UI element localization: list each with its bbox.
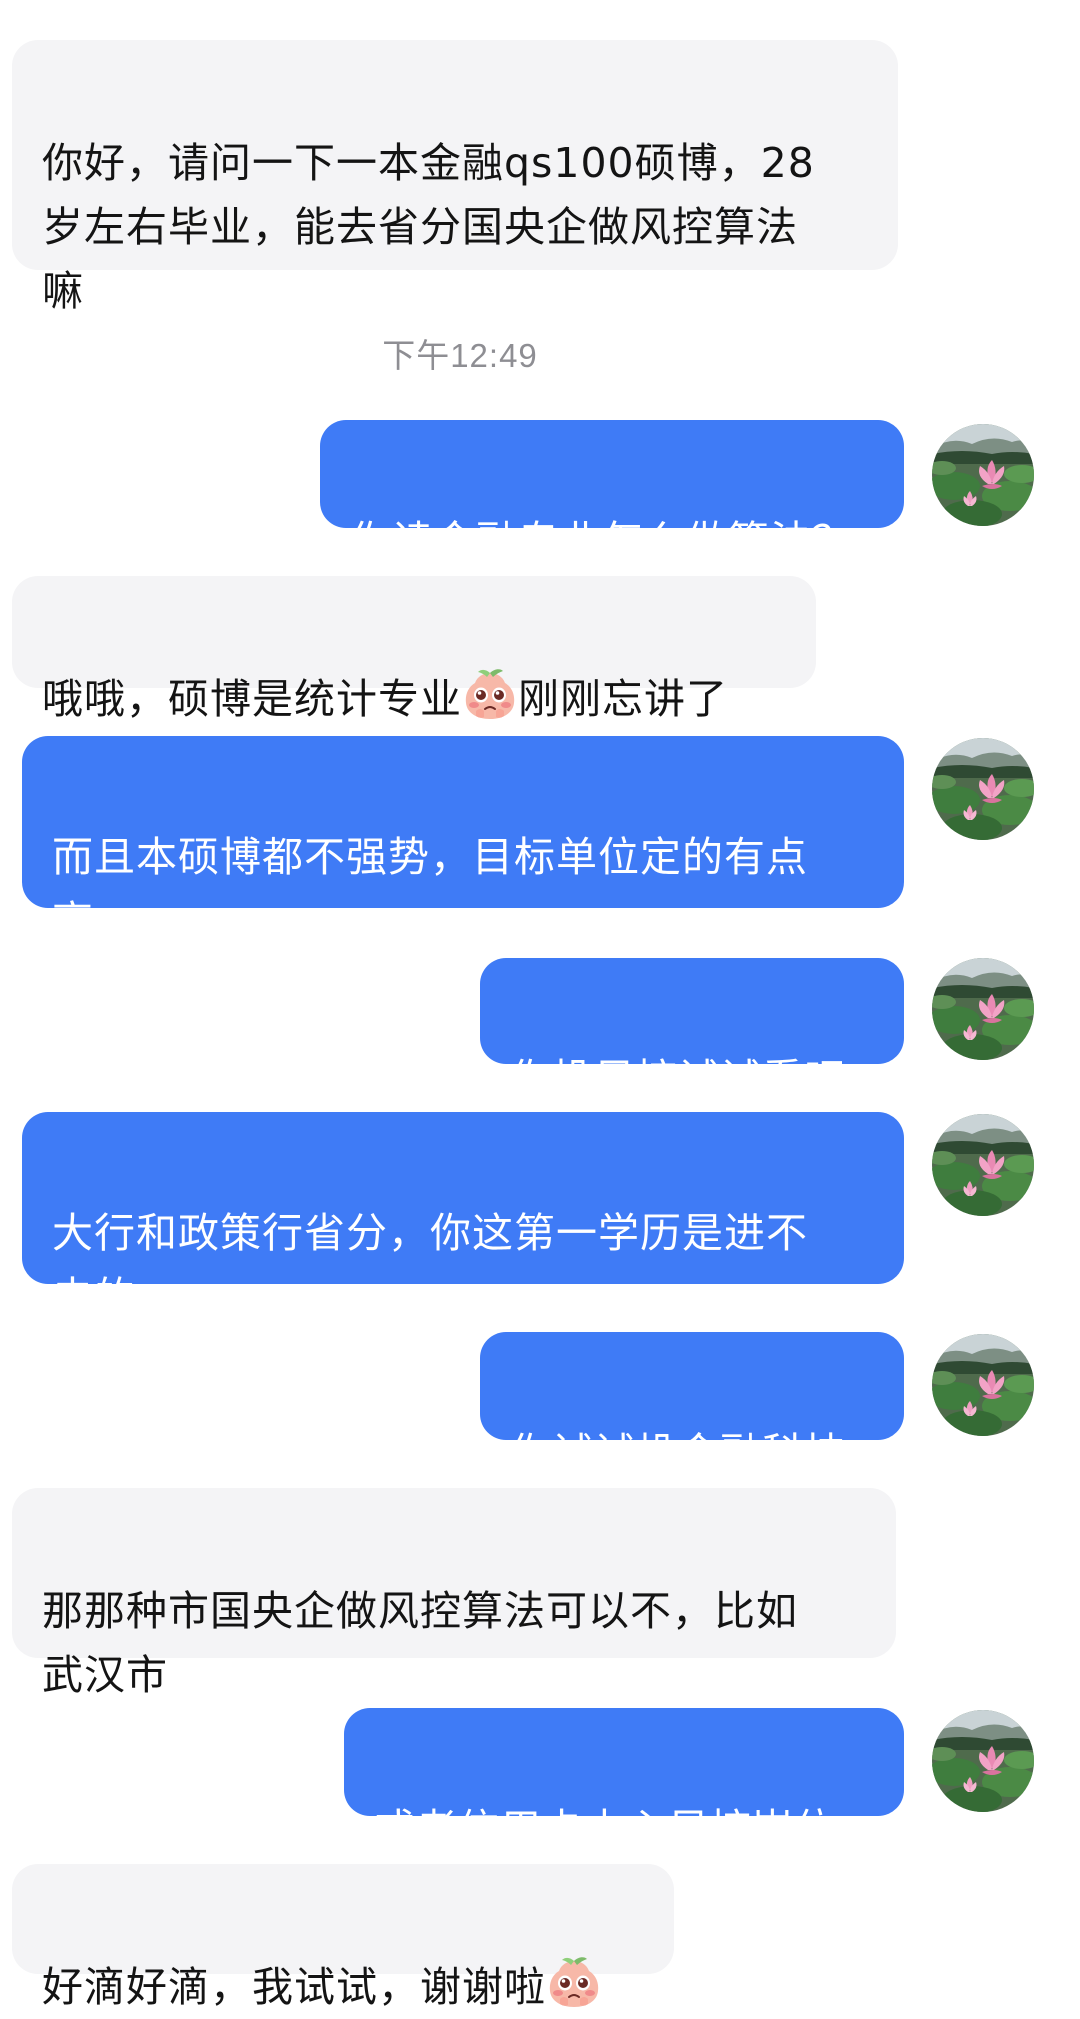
message-bubble-outgoing[interactable]: 而且本硕博都不强势，目标单位定的有点高 [22,736,904,945]
message-text: 哦哦，硕博是统计专业 [42,675,462,723]
avatar[interactable] [932,1710,1034,1812]
message-bubble-incoming[interactable]: 哦哦，硕博是统计专业 刚刚忘讲了 [12,576,816,723]
message-bubble-incoming[interactable]: 那那种市国央企做风控算法可以不，比如 武汉市 [12,1488,896,1699]
message-text: 那那种市国央企做风控算法可以不，比如 [42,1587,798,1635]
blushing-peach-emoji-icon [463,667,517,721]
lotus-pond-avatar-icon [932,1334,1034,1436]
lotus-pond-avatar-icon [932,738,1034,840]
message-bubble-outgoing[interactable]: 或者信用卡中心风控岗位 [344,1708,904,1853]
message-text: 岁左右毕业，能去省分国央企做风控算法 [42,203,798,251]
blushing-peach-emoji-icon [547,1955,601,2009]
message-bubble-outgoing[interactable]: 你投风控试试看吧 [480,958,904,1103]
message-text: 武汉市 [42,1651,168,1699]
avatar[interactable] [932,1334,1034,1436]
avatar[interactable] [932,738,1034,840]
message-bubble-outgoing[interactable]: 你试试投金融科技 [480,1332,904,1477]
message-text: 你读金融专业怎么做算法？ [350,517,854,565]
message-text: 大行和政策行省分，你这第一学历是进不 [52,1209,808,1257]
lotus-pond-avatar-icon [932,1114,1034,1216]
message-bubble-incoming[interactable]: 好滴好滴，我试试，谢谢啦 [12,1864,674,2011]
avatar[interactable] [932,958,1034,1060]
message-text: 你好，请问一下一本金融qs100硕博，28 [42,139,815,187]
lotus-pond-avatar-icon [932,424,1034,526]
message-text: 刚刚忘讲了 [518,675,728,723]
avatar[interactable] [932,424,1034,526]
message-text: 去的 [52,1273,136,1321]
message-text: 而且本硕博都不强势，目标单位定的有点 [52,833,808,881]
message-text: 好滴好滴，我试试，谢谢啦 [42,1963,546,2011]
lotus-pond-avatar-icon [932,958,1034,1060]
message-bubble-outgoing[interactable]: 大行和政策行省分，你这第一学历是进不 去的 [22,1112,904,1321]
message-text: 你投风控试试看吧 [510,1055,846,1103]
message-bubble-outgoing[interactable]: 你读金融专业怎么做算法？ [320,420,904,565]
message-bubble-incoming[interactable]: 你好，请问一下一本金融qs100硕博，28 岁左右毕业，能去省分国央企做风控算法嘛 [12,40,898,315]
lotus-pond-avatar-icon [932,1710,1034,1812]
message-text: 或者信用卡中心风控岗位 [374,1805,836,1853]
timestamp: 下午12:49 [382,337,538,374]
avatar[interactable] [932,1114,1034,1216]
message-text: 高 [52,897,94,945]
message-text: 你试试投金融科技 [510,1429,846,1477]
message-text: 嘛 [42,267,84,315]
